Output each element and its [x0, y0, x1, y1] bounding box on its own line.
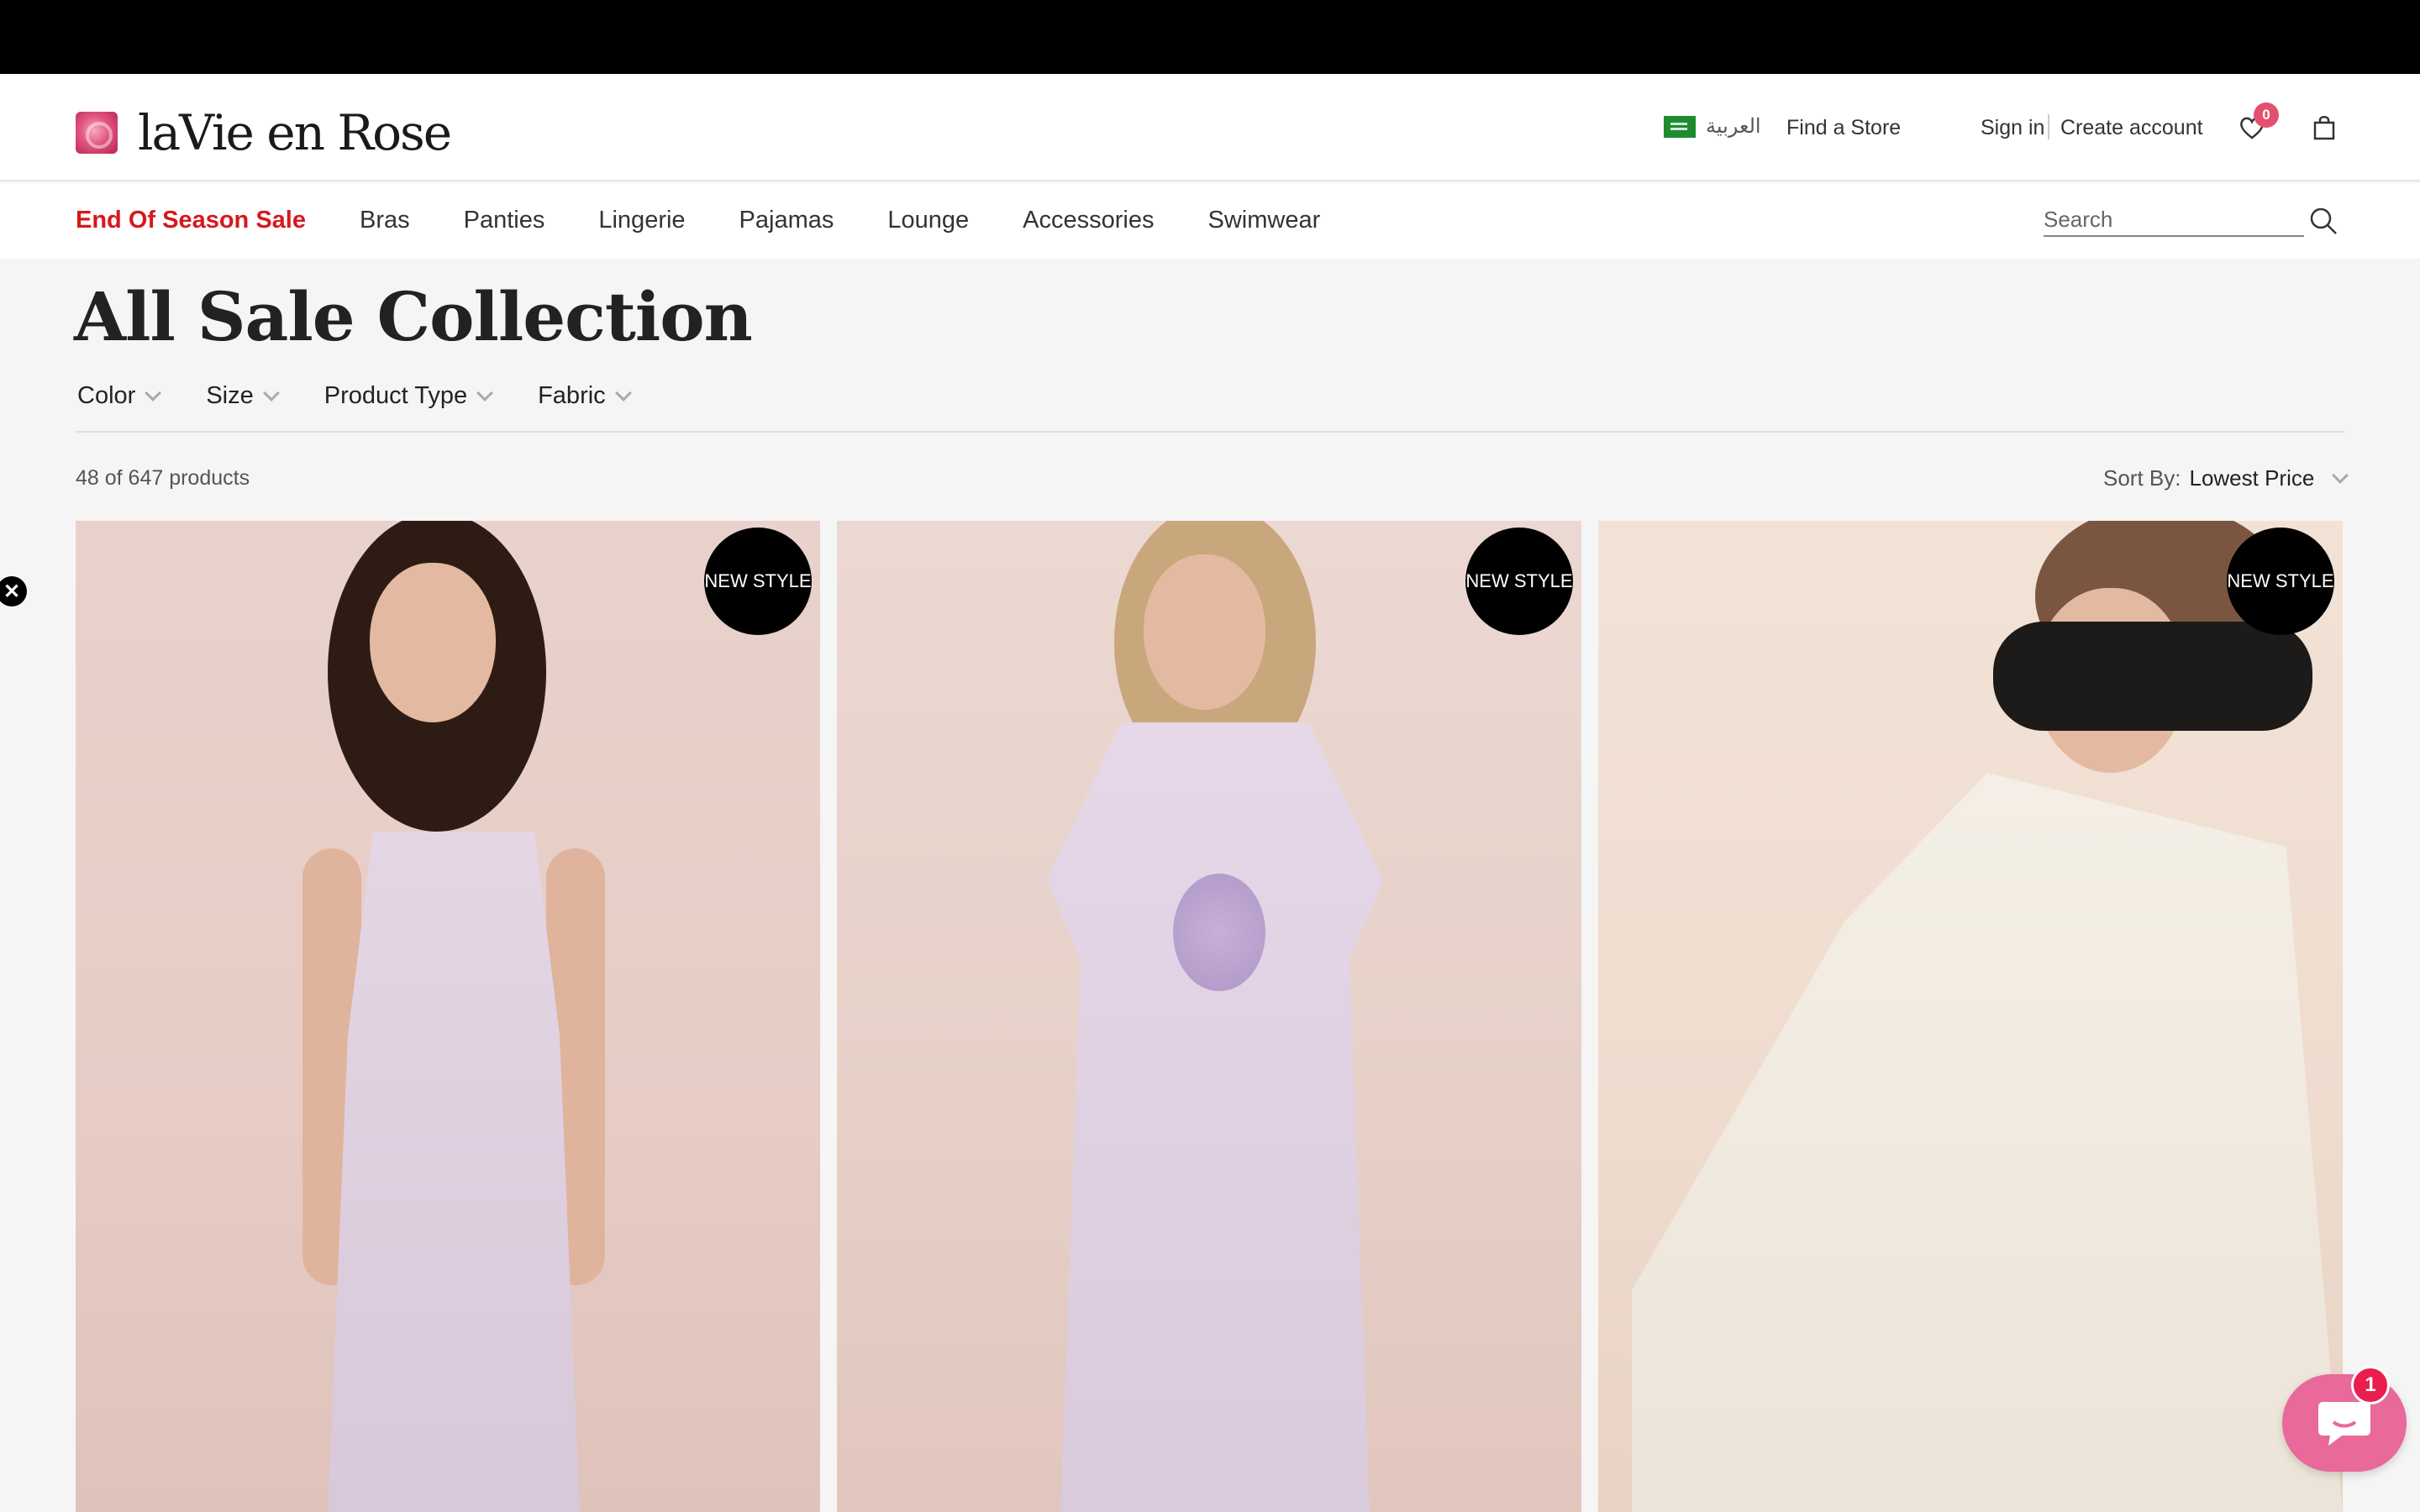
chevron-down-icon [614, 384, 632, 402]
hoodie-shape [1632, 773, 2343, 1512]
header-divider [2048, 114, 2049, 139]
nav-item-bras[interactable]: Bras [360, 207, 410, 234]
chat-unread-badge: 1 [2351, 1366, 2390, 1404]
new-style-badge: NEW STYLE [704, 528, 812, 635]
nav-item-pajamas[interactable]: Pajamas [739, 207, 834, 234]
language-label: العربية [1706, 115, 1761, 138]
product-card[interactable]: NEW STYLE [1598, 521, 2343, 1512]
search-icon [2310, 207, 2337, 234]
page-title: All Sale Collection [74, 277, 753, 356]
product-count: 48 of 647 products [76, 466, 250, 490]
language-switch[interactable]: العربية [1664, 114, 1761, 139]
search-button[interactable] [2309, 207, 2338, 239]
site-header: laVie en Rose العربية Find a Store Sign … [0, 74, 2420, 181]
filter-size[interactable]: Size [206, 382, 280, 410]
filter-product-type[interactable]: Product Type [324, 382, 493, 410]
rose-logo-icon [76, 112, 118, 154]
product-image[interactable] [1598, 521, 2343, 1512]
chat-button[interactable]: 1 [2282, 1366, 2407, 1472]
nav-item-accessories[interactable]: Accessories [1023, 207, 1154, 234]
search-placeholder: Search [2044, 207, 2113, 232]
nav-item-lounge[interactable]: Lounge [887, 207, 969, 234]
nav-item-lingerie[interactable]: Lingerie [598, 207, 685, 234]
product-card[interactable]: NEW STYLE [76, 521, 820, 1512]
filter-divider [76, 431, 2344, 433]
new-style-badge: NEW STYLE [1465, 528, 1573, 635]
sort-value: Lowest Price [2189, 465, 2315, 491]
new-style-badge: NEW STYLE [2227, 528, 2334, 635]
announcement-bar [0, 0, 2420, 74]
chevron-down-icon [262, 384, 280, 402]
cart-button[interactable] [2307, 111, 2341, 144]
product-grid: NEW STYLE NEW STYLE NEW STYLE [76, 521, 2343, 1512]
nav-item-panties[interactable]: Panties [464, 207, 545, 234]
sleep-mask-shape [1993, 622, 2312, 731]
wishlist-count-badge: 0 [2254, 102, 2279, 128]
filter-label: Size [206, 382, 254, 409]
sign-in-link[interactable]: Sign in [1981, 116, 2044, 140]
filter-fabric[interactable]: Fabric [538, 382, 632, 410]
wishlist-button[interactable]: 0 [2235, 102, 2279, 144]
filter-label: Fabric [538, 382, 606, 409]
product-image[interactable] [76, 521, 820, 1512]
sort-label: Sort By: [2103, 465, 2181, 491]
sort-dropdown[interactable]: Sort By: Lowest Price [2103, 465, 2349, 491]
header-utilities: العربية Find a Store Sign in Create acco… [1664, 74, 2420, 181]
nav-item-sale[interactable]: End Of Season Sale [76, 207, 306, 234]
filter-label: Product Type [324, 382, 468, 409]
saudi-flag-icon [1664, 115, 1696, 138]
close-icon[interactable]: ✕ [0, 576, 27, 606]
find-store-link[interactable]: Find a Store [1786, 116, 1901, 140]
nav-item-swimwear[interactable]: Swimwear [1207, 207, 1320, 234]
brand-name: laVie en Rose [138, 104, 452, 161]
product-card[interactable]: NEW STYLE [837, 521, 1581, 1512]
chevron-down-icon [476, 384, 493, 402]
chat-bubble-icon [2318, 1402, 2370, 1446]
brand-logo[interactable]: laVie en Rose [76, 104, 452, 161]
face-shape [1144, 554, 1265, 710]
lavender-print [1173, 874, 1265, 991]
chevron-down-icon [2332, 466, 2349, 484]
search-input[interactable]: Search [2044, 202, 2304, 237]
nightgown-shape [328, 832, 580, 1512]
face-shape [370, 563, 496, 722]
product-image[interactable] [837, 521, 1581, 1512]
chevron-down-icon [145, 384, 162, 402]
create-account-link[interactable]: Create account [2060, 116, 2203, 140]
shopping-bag-icon [2313, 116, 2335, 140]
filter-label: Color [77, 382, 136, 409]
filter-color[interactable]: Color [77, 382, 162, 410]
nightshirt-shape [1047, 722, 1383, 1512]
filter-bar: Color Size Product Type Fabric [77, 382, 632, 410]
main-navigation: End Of Season Sale Bras Panties Lingerie… [0, 183, 2420, 259]
